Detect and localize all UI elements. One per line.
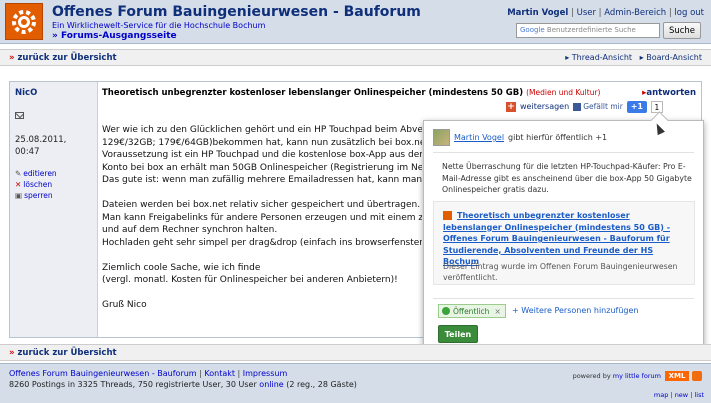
bottom-navbar: » zurück zur Übersicht — [0, 344, 711, 361]
post-title: Theoretisch unbegrenzter kostenloser leb… — [102, 88, 601, 98]
post-body-line: Dateien werden bei box.net relativ siche… — [102, 200, 421, 210]
impressum-link[interactable]: Impressum — [243, 369, 287, 378]
forum-stats: 8260 Postings in 3325 Threads, 750 regis… — [9, 380, 357, 389]
logout-link[interactable]: log out — [674, 8, 704, 18]
post-date: 25.08.2011, 00:47 — [15, 135, 67, 157]
mail-icon[interactable] — [15, 112, 24, 119]
post-body-line: Voraussetzung ist ein HP Touchpad und di… — [102, 150, 422, 160]
powered-link[interactable]: my little forum — [613, 372, 661, 380]
post-body-line: Man kann Freigabelinks für andere Person… — [102, 212, 422, 223]
social-share-row: + weitersagen Gefällt mir +1 1 — [506, 100, 663, 113]
search-button[interactable]: Suche — [663, 22, 701, 39]
facebook-like-button[interactable]: Gefällt mir — [573, 102, 623, 111]
post-body-line: Das gute ist: wenn man zufällig mehrere … — [102, 175, 422, 185]
post-body-line: und auf dem Rechner synchron halten. — [102, 225, 278, 235]
post-body-line: Ziemlich coole Sache, wie ich finde — [102, 262, 261, 273]
post-body-line: (vergl. monatl. Kosten für Onlinespeiche… — [102, 275, 398, 285]
thread-view-link[interactable]: ▸ Thread-Ansicht — [565, 53, 632, 62]
forum-home-link[interactable]: » Forums-Ausgangsseite — [52, 31, 177, 41]
popup-header: Martin Vogel gibt hierfür öffentlich +1 — [433, 129, 607, 146]
admin-link[interactable]: Admin-Bereich — [604, 8, 666, 18]
post-body-line: Hochladen geht sehr simpel per drag&drop… — [102, 237, 422, 248]
new-link[interactable]: new — [675, 391, 688, 399]
board-view-link[interactable]: ▸ Board-Ansicht — [640, 53, 702, 62]
rss-icon[interactable] — [692, 371, 702, 381]
footer-links: Offenes Forum Bauingenieurwesen - Baufor… — [9, 369, 288, 378]
plus1-count: 1 — [650, 100, 663, 113]
gear-logo-icon — [12, 9, 36, 34]
edit-link[interactable]: ✎ editieren — [15, 168, 57, 179]
divider — [433, 152, 694, 153]
preview-description: Dieser Eintrag wurde im Offenen Forum Ba… — [443, 262, 678, 282]
google-plus-share-popup: Martin Vogel gibt hierfür öffentlich +1 … — [423, 120, 704, 352]
post-body-line: Gruß Nico — [102, 300, 147, 310]
post-body-line: 129€/32GB; 179€/64GB)bekommen hat, kann … — [102, 137, 422, 148]
footer-view-links: map | new | list — [653, 391, 704, 399]
back-to-overview-link[interactable]: » zurück zur Übersicht — [9, 348, 117, 358]
xml-feed-button[interactable]: XML — [665, 371, 689, 381]
back-to-overview-link[interactable]: » zurück zur Übersicht — [9, 53, 117, 63]
forum-logo[interactable] — [5, 3, 43, 40]
site-subtitle[interactable]: Ein Wirklichewelt-Service für die Hochsc… — [52, 21, 265, 30]
link-preview-card: Theoretisch unbegrenzter kostenloser leb… — [433, 201, 695, 285]
public-globe-icon — [442, 307, 450, 315]
post-body: Wer wie ich zu den Glücklichen gehört un… — [102, 124, 422, 312]
edit-icon: ✎ — [15, 169, 22, 178]
post-actions: ✎ editieren ✕ löschen ▣ sperren — [15, 168, 57, 201]
facebook-icon — [573, 102, 582, 111]
reply-link[interactable]: ▸antworten — [642, 88, 696, 98]
share-plus-icon[interactable]: + — [506, 101, 516, 112]
online-users-link[interactable]: online — [259, 380, 283, 389]
footer-site-link[interactable]: Offenes Forum Bauingenieurwesen - Baufor… — [9, 369, 197, 378]
header: Offenes Forum Bauingenieurwesen - Baufor… — [0, 0, 711, 44]
post-body-line — [102, 287, 422, 300]
post-body-line — [102, 249, 422, 262]
delete-link[interactable]: ✕ löschen — [15, 179, 57, 190]
powered-by: powered by my little forum — [572, 372, 661, 380]
avatar[interactable] — [433, 129, 450, 146]
google-plus1-button[interactable]: +1 — [626, 100, 647, 113]
list-link[interactable]: list — [694, 391, 704, 399]
share-comment-input[interactable]: Nette Überraschung für die letzten HP-To… — [442, 161, 692, 196]
post-category: (Medien und Kultur) — [526, 88, 601, 97]
map-link[interactable]: map — [654, 391, 668, 399]
remove-chip-icon[interactable]: × — [494, 307, 500, 316]
lock-link[interactable]: ▣ sperren — [15, 190, 57, 201]
user-link[interactable]: User — [577, 8, 596, 18]
post-body-line — [102, 187, 422, 200]
divider — [433, 298, 694, 299]
add-people-link[interactable]: + Weitere Personen hinzufügen — [512, 306, 638, 315]
share-link[interactable]: weitersagen — [520, 102, 569, 111]
lock-icon: ▣ — [15, 191, 23, 200]
site-title[interactable]: Offenes Forum Bauingenieurwesen - Baufor… — [52, 4, 421, 20]
visibility-chip[interactable]: Öffentlich × — [438, 304, 506, 318]
search-input[interactable]: Google Benutzerdefinierte Suche — [516, 23, 660, 38]
post-sidebar: NicO 25.08.2011, 00:47 ✎ editieren ✕ lösch… — [10, 82, 98, 337]
popup-user-link[interactable]: Martin Vogel — [454, 133, 504, 142]
delete-icon: ✕ — [15, 180, 22, 189]
post-body-line: Wer wie ich zu den Glücklichen gehört un… — [102, 125, 422, 135]
post-author[interactable]: NicO — [15, 88, 37, 98]
post-body-line: Konto bei box an erhält man 50GB Onlines… — [102, 162, 422, 173]
view-switcher: ▸ Thread-Ansicht ▸ Board-Ansicht — [565, 53, 702, 62]
user-name-link[interactable]: Martin Vogel — [507, 8, 568, 18]
preview-link[interactable]: Theoretisch unbegrenzter kostenloser leb… — [443, 210, 691, 268]
top-navbar: » zurück zur Übersicht ▸ Thread-Ansicht … — [0, 49, 711, 66]
contact-link[interactable]: Kontakt — [204, 369, 235, 378]
share-button[interactable]: Teilen — [438, 325, 478, 343]
footer: Offenes Forum Bauingenieurwesen - Baufor… — [0, 363, 711, 403]
user-links: Martin Vogel | User | Admin-Bereich | lo… — [507, 8, 704, 18]
